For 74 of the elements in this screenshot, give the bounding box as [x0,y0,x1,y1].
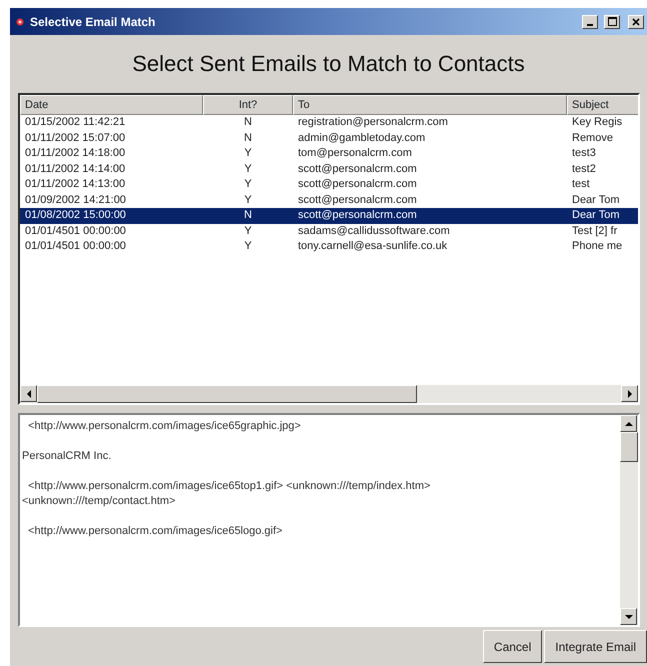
table-cell-text: N [243,130,253,146]
message-line: <unknown:///temp/contact.htm> [22,494,176,509]
integrate-email-button[interactable]: Integrate Email [544,630,647,663]
table-cell-text: Y [243,224,253,238]
column-header[interactable]: Subject [567,95,638,115]
minimize-icon [587,24,593,26]
table-cell-text: 01/09/2002 14:21:00 [24,192,127,208]
close-button[interactable] [628,14,644,28]
message-line: <http://www.personalcrm.com/images/ice65top1.gif> <unknown:///temp/index.htm> [27,479,432,494]
table-cell-text: Y [243,162,253,176]
table-cell-text: 01/11/2002 14:14:00 [24,162,126,176]
scroll-right-button[interactable] [621,385,638,402]
scroll-down-button[interactable] [620,608,637,625]
message-line: PersonalCRM Inc. [22,449,112,464]
scroll-left-button[interactable] [20,385,37,402]
table-cell-text: sadams@callidussoftware.com [297,224,451,238]
dialog-heading: Select Sent Emails to Match to Contacts [131,50,526,78]
message-line: <http://www.personalcrm.com/images/ice65logo.gif> [27,524,284,539]
maximize-button[interactable] [604,14,620,28]
column-header[interactable]: Date [20,95,203,115]
message-body-field[interactable] [18,413,640,627]
table-cell-text: scott@personalcrm.com [297,177,418,192]
table-cell-text: scott@personalcrm.com [297,192,418,208]
table-cell-text: Y [243,239,253,254]
table-row[interactable]: 01/11/2002 14:18:00 Y tom@personalcrm.com test3 [20,146,638,162]
scroll-up-button[interactable] [620,415,637,432]
table-cell-text: Y [243,192,253,208]
table-cell-text: Test [2] fr [571,224,618,238]
column-header[interactable]: Int? [203,95,293,115]
table-cell-text: Dear Tom [571,208,620,223]
table-row[interactable]: 01/11/2002 14:13:00 Y scott@personalcrm.com test [20,177,638,192]
column-header[interactable]: To [293,95,567,115]
table-row[interactable]: 01/08/2002 15:00:00 N scott@personalcrm.com Dear Tom [20,208,638,224]
table-row[interactable]: 01/11/2002 15:07:00 N admin@gambletoday.com Remove [20,130,638,146]
table-cell-text: registration@personalcrm.com [297,115,449,130]
table-cell-text: 01/15/2002 11:42:21 [24,115,126,130]
window-title: Selective Email Match [30,14,156,30]
minimize-button[interactable] [582,14,598,28]
table-cell-text: 01/11/2002 15:07:00 [24,130,126,146]
vertical-scrollbar[interactable] [620,415,638,625]
table-cell-text: N [243,115,253,130]
table-cell-text: scott@personalcrm.com [297,162,418,176]
table-cell-text: 01/11/2002 14:18:00 [24,146,126,161]
table-row[interactable]: 01/01/4501 00:00:00 Y sadams@callidussoftware.com Test [2] fr [20,224,638,239]
table-cell-text: Y [243,146,253,161]
table-row[interactable]: 01/09/2002 14:21:00 Y scott@personalcrm.com Dear Tom [20,192,638,208]
message-line: <http://www.personalcrm.com/images/ice65graphic.jpg> [27,419,302,434]
close-icon [632,18,640,26]
table-cell-text: N [243,208,253,223]
cancel-button[interactable]: Cancel [482,630,542,663]
table-row[interactable]: 01/15/2002 11:42:21 N registration@personalcrm.com Key Regis [20,115,638,130]
table-cell-text: 01/11/2002 14:13:00 [24,177,126,192]
table-cell-text: tom@personalcrm.com [297,146,413,161]
scroll-thumb[interactable] [37,385,417,403]
scroll-thumb[interactable] [620,432,638,462]
table-cell-text: 01/01/4501 00:00:00 [24,239,127,254]
table-cell-text: admin@gambletoday.com [297,130,426,146]
table-cell-text: Remove [571,130,614,146]
table-row[interactable]: 01/11/2002 14:14:00 Y scott@personalcrm.com test2 [20,162,638,177]
table-cell-text: Dear Tom [571,192,620,208]
app-icon [16,18,24,26]
table-cell-text: test3 [571,146,597,161]
table-cell-text: test [571,177,591,192]
table-row[interactable]: 01/01/4501 00:00:00 Y tony.carnell@esa-sunlife.co.uk Phone me [20,239,638,254]
table-cell-text: Phone me [571,239,624,254]
table-cell-text: Y [243,177,253,192]
table-cell-text: scott@personalcrm.com [297,208,418,223]
horizontal-scrollbar[interactable] [20,385,638,403]
maximize-icon [608,17,616,26]
table-cell-text: 01/01/4501 00:00:00 [24,224,127,238]
table-cell-text: 01/08/2002 15:00:00 [24,208,127,223]
table-cell-text: Key Regis [571,115,624,130]
table-cell-text: test2 [571,162,597,176]
table-cell-text: tony.carnell@esa-sunlife.co.uk [297,239,448,254]
